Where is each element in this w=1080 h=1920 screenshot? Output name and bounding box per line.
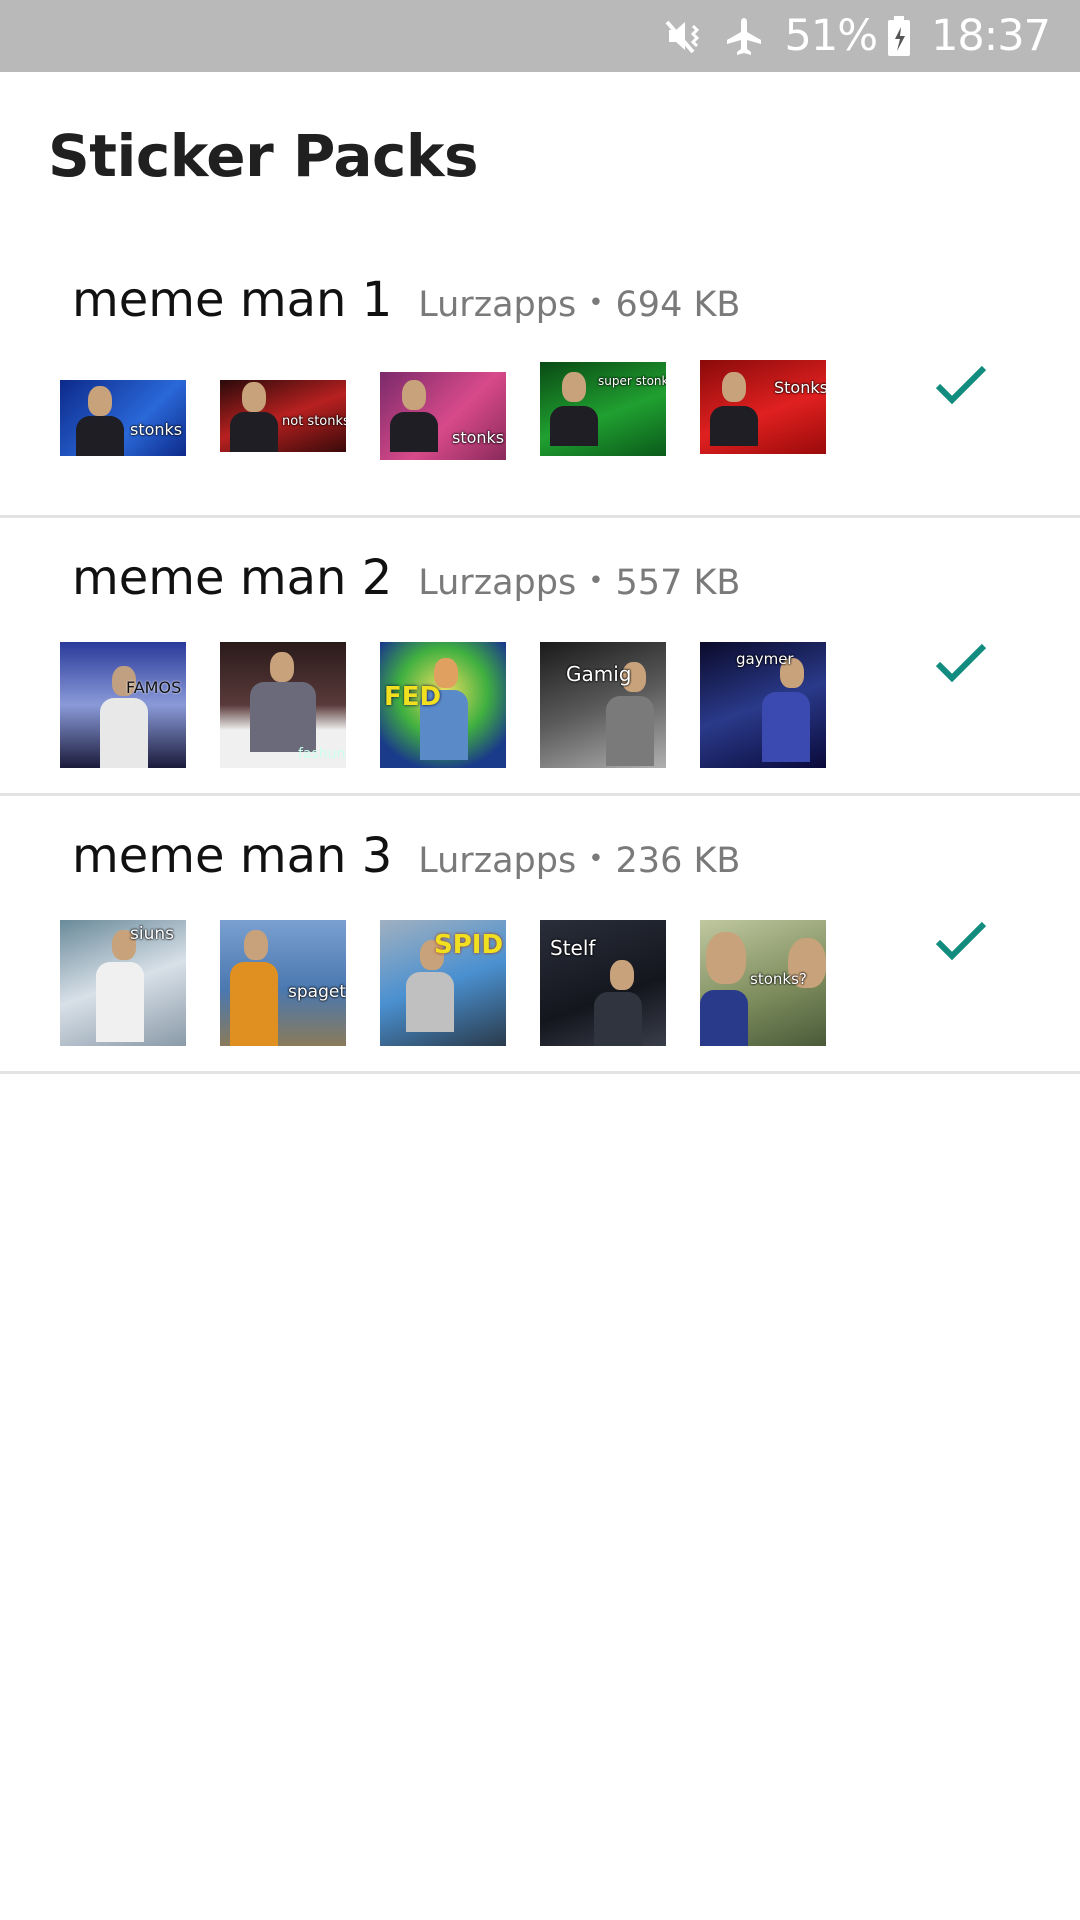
sticker-thumbnail: stonks <box>380 372 506 460</box>
sticker-thumbnail: Stonks <box>700 360 826 454</box>
pack-name: meme man 1 <box>72 272 393 328</box>
sticker-pack-row[interactable]: meme man 3 Lurzapps • 236 KB siuns spagett… <box>0 796 1080 1074</box>
sticker-thumbnail: spagett <box>220 920 346 1046</box>
pack-meta: Lurzapps • 557 KB <box>418 563 740 603</box>
sticker-thumbnail: Stelf <box>540 920 666 1046</box>
sticker-thumbnail: siuns <box>60 920 186 1046</box>
meta-separator: • <box>588 288 604 318</box>
pack-size: 236 KB <box>615 841 741 881</box>
sticker-caption: Stelf <box>550 936 596 960</box>
meta-separator: • <box>588 566 604 596</box>
mute-vibrate-icon <box>663 16 703 56</box>
pack-size: 694 KB <box>615 285 741 325</box>
sticker-thumbnail: SPID <box>380 920 506 1046</box>
battery-charging-icon <box>887 15 911 57</box>
sticker-caption: siuns <box>130 924 174 944</box>
pack-publisher: Lurzapps <box>418 285 577 325</box>
status-bar: 51% 18:37 <box>0 0 1080 72</box>
pack-name: meme man 2 <box>72 550 393 606</box>
sticker-caption: Stonks <box>774 378 826 397</box>
sticker-pack-row[interactable]: meme man 2 Lurzapps • 557 KB FAMOS fashun … <box>0 518 1080 796</box>
sticker-pack-row[interactable]: meme man 1 Lurzapps • 694 KB stonks not st… <box>0 240 1080 518</box>
sticker-thumbnail: fashun <box>220 642 346 768</box>
sticker-thumbnail: stonks <box>60 380 186 456</box>
sticker-caption: gaymer <box>736 650 794 668</box>
page-title: Sticker Packs <box>48 122 478 190</box>
sticker-caption: stonks <box>452 428 505 447</box>
pack-publisher: Lurzapps <box>418 841 577 881</box>
sticker-caption: fashun <box>298 746 346 762</box>
sticker-caption: not stonks <box>282 414 346 429</box>
sticker-thumbnail: Gamig <box>540 642 666 768</box>
sticker-thumbnail: super stonks <box>540 362 666 456</box>
added-check-icon <box>934 920 988 967</box>
battery-percent: 51% <box>784 11 879 61</box>
sticker-thumbnail: gaymer <box>700 642 826 768</box>
airplane-mode-icon <box>723 15 765 57</box>
clock: 18:37 <box>931 11 1051 61</box>
sticker-caption: stonks? <box>750 970 807 988</box>
pack-meta: Lurzapps • 236 KB <box>418 841 740 881</box>
pack-publisher: Lurzapps <box>418 563 577 603</box>
pack-meta: Lurzapps • 694 KB <box>418 285 740 325</box>
sticker-caption: FED <box>384 682 442 712</box>
sticker-caption: stonks <box>130 420 183 439</box>
added-check-icon <box>934 642 988 689</box>
sticker-thumbnail: stonks? <box>700 920 826 1046</box>
sticker-thumbnail: FED <box>380 642 506 768</box>
meta-separator: • <box>588 844 604 874</box>
sticker-caption: FAMOS <box>126 678 182 697</box>
sticker-caption: spagett <box>288 982 346 1002</box>
added-check-icon <box>934 364 988 411</box>
pack-size: 557 KB <box>615 563 741 603</box>
sticker-thumbnail: not stonks <box>220 380 346 452</box>
sticker-caption: super stonks <box>598 374 666 388</box>
sticker-thumbnail: FAMOS <box>60 642 186 768</box>
sticker-caption: SPID <box>434 930 504 960</box>
sticker-caption: Gamig <box>566 662 632 686</box>
pack-name: meme man 3 <box>72 828 393 884</box>
